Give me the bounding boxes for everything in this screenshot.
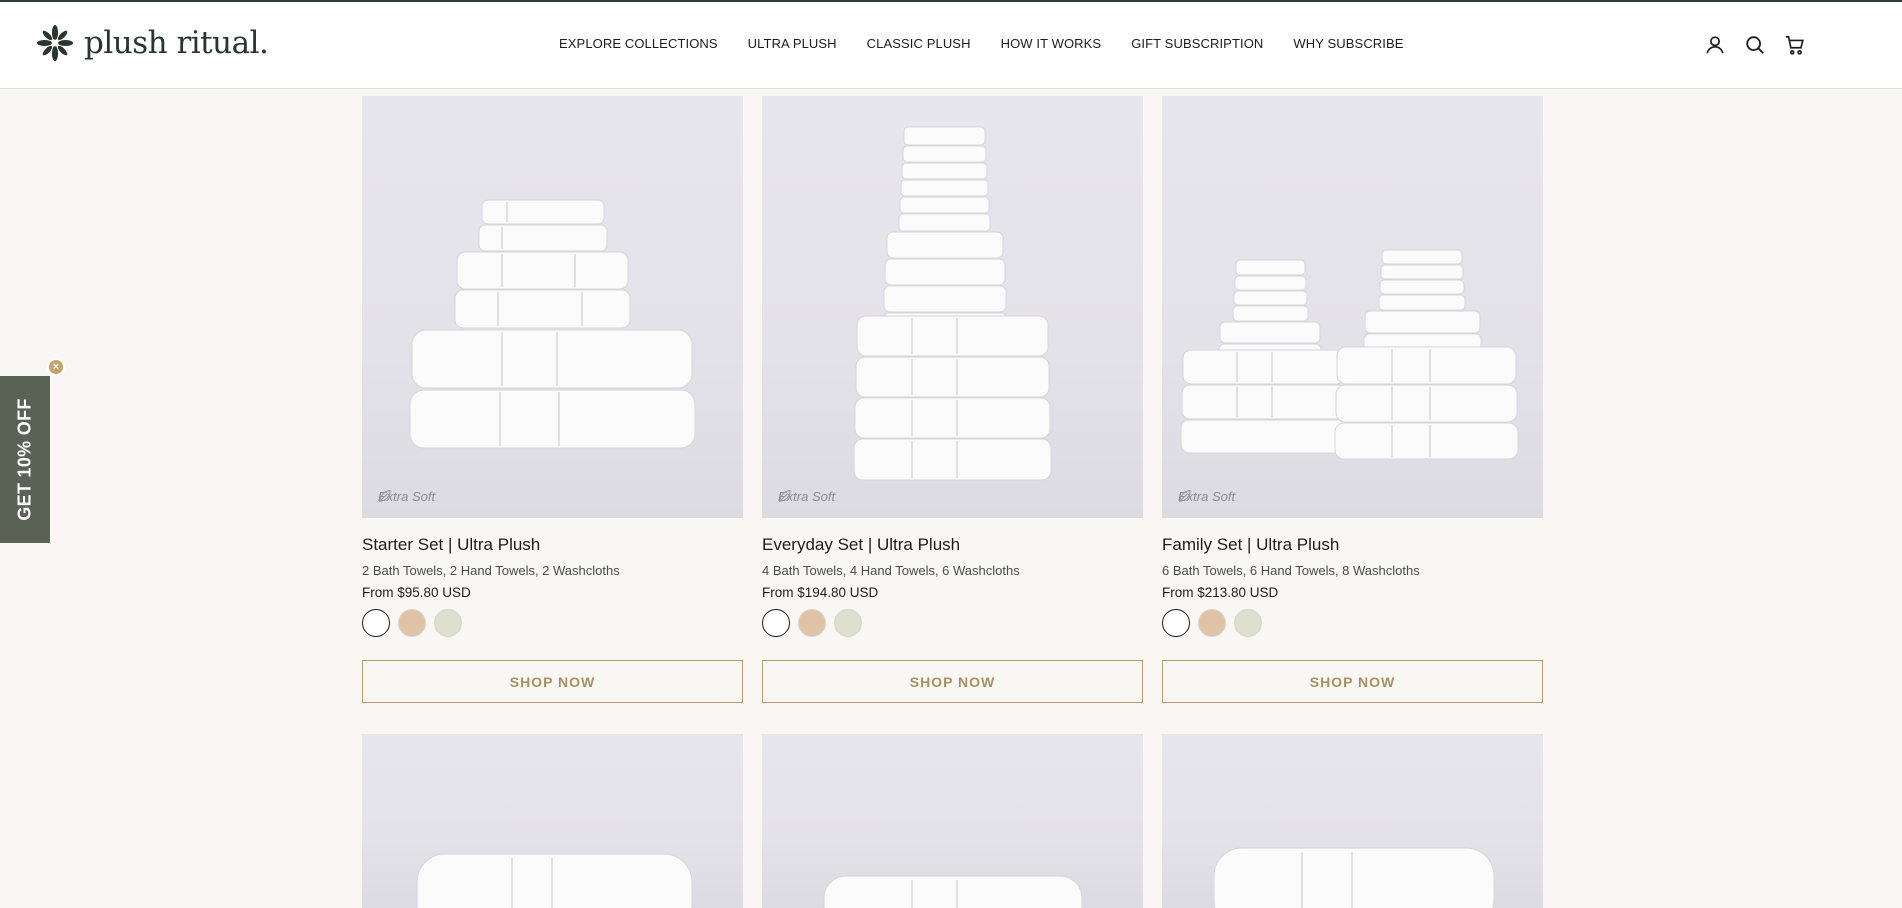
swatch-sand[interactable] [798,609,826,637]
nav-ultra-plush[interactable]: ULTRA PLUSH [748,36,837,51]
swatch-white[interactable] [362,609,390,637]
main-nav: EXPLORE COLLECTIONS ULTRA PLUSH CLASSIC … [559,36,1404,51]
product-price: From $213.80 USD [1162,585,1279,600]
product-title[interactable]: Starter Set | Ultra Plush [362,535,540,555]
product-badge: Extra Soft [778,489,836,504]
swatch-sage[interactable] [834,609,862,637]
discount-tab[interactable]: GET 10% OFF [0,376,50,543]
product-image[interactable] [1162,734,1543,908]
swatch-sage[interactable] [434,609,462,637]
account-icon[interactable] [1704,34,1726,56]
brand-logo[interactable]: plush ritual. [36,24,269,62]
nav-classic-plush[interactable]: CLASSIC PLUSH [867,36,971,51]
swatch-sage[interactable] [1234,609,1262,637]
brand-name: plush ritual. [84,25,269,61]
product-image[interactable]: Extra Soft [1162,96,1543,518]
color-swatches [1162,609,1262,637]
leaf-icon [779,490,791,502]
product-price: From $95.80 USD [362,585,471,600]
nav-why-subscribe[interactable]: WHY SUBSCRIBE [1293,36,1403,51]
product-badge: Extra Soft [378,489,436,504]
swatch-white[interactable] [762,609,790,637]
product-contents: 6 Bath Towels, 6 Hand Towels, 8 Washclot… [1162,563,1420,578]
flower-logo-icon [36,24,74,62]
color-swatches [362,609,462,637]
product-contents: 2 Bath Towels, 2 Hand Towels, 2 Washclot… [362,563,620,578]
nav-explore-collections[interactable]: EXPLORE COLLECTIONS [559,36,718,51]
swatch-white[interactable] [1162,609,1190,637]
shop-now-button[interactable]: SHOP NOW [762,660,1143,703]
header-actions [1704,34,1806,56]
product-title[interactable]: Everyday Set | Ultra Plush [762,535,960,555]
close-icon[interactable]: × [47,358,65,376]
leaf-icon [379,490,391,502]
discount-tab-label: GET 10% OFF [14,398,35,521]
shop-now-button[interactable]: SHOP NOW [362,660,743,703]
product-image[interactable] [362,734,743,908]
product-image[interactable] [762,734,1143,908]
nav-gift-subscription[interactable]: GIFT SUBSCRIPTION [1131,36,1263,51]
swatch-sand[interactable] [1198,609,1226,637]
site-header: plush ritual. EXPLORE COLLECTIONS ULTRA … [0,2,1902,89]
product-badge: Extra Soft [1178,489,1236,504]
cart-icon[interactable] [1784,34,1806,56]
nav-how-it-works[interactable]: HOW IT WORKS [1001,36,1102,51]
product-image[interactable]: Extra Soft [362,96,743,518]
leaf-icon [1179,490,1191,502]
product-image[interactable]: Extra Soft [762,96,1143,518]
search-icon[interactable] [1744,34,1766,56]
product-title[interactable]: Family Set | Ultra Plush [1162,535,1339,555]
product-price: From $194.80 USD [762,585,879,600]
product-contents: 4 Bath Towels, 4 Hand Towels, 6 Washclot… [762,563,1020,578]
color-swatches [762,609,862,637]
swatch-sand[interactable] [398,609,426,637]
shop-now-button[interactable]: SHOP NOW [1162,660,1543,703]
